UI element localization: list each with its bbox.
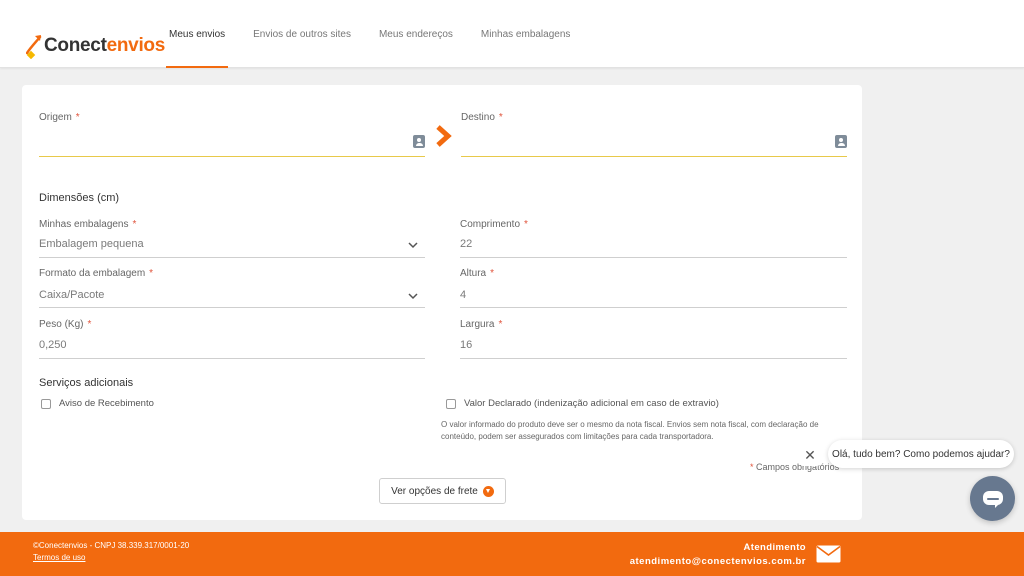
width-label-text: Largura — [460, 319, 495, 330]
packages-underline — [39, 257, 425, 258]
chat-launcher-button[interactable] — [970, 476, 1015, 521]
destination-address-book-icon[interactable] — [835, 135, 847, 148]
format-select[interactable]: Caixa/Pacote — [39, 289, 104, 301]
download-circle-icon — [482, 485, 494, 497]
width-label: Largura * — [460, 319, 502, 330]
required-fields-note: * Campos obrigatórios — [750, 462, 839, 472]
support-title: Atendimento — [743, 542, 806, 553]
logo[interactable]: Conectenvios — [26, 30, 165, 62]
origin-label-text: Origem — [39, 112, 72, 123]
logo-text-part1: Conect — [44, 35, 107, 56]
destination-input[interactable] — [461, 156, 847, 157]
length-input[interactable]: 22 — [460, 238, 472, 250]
dimensions-title: Dimensões (cm) — [39, 192, 120, 204]
support-email[interactable]: atendimento@conectenvios.com.br — [630, 556, 806, 567]
services-title: Serviços adicionais — [39, 377, 134, 389]
weight-underline — [39, 358, 425, 359]
chat-close-button[interactable]: ✕ — [800, 444, 820, 466]
packages-label: Minhas embalagens * — [39, 219, 136, 230]
logo-text: Conectenvios — [44, 35, 165, 57]
receipt-checkbox[interactable] — [41, 398, 51, 409]
height-input[interactable]: 4 — [460, 289, 466, 301]
chevron-down-icon[interactable] — [407, 241, 419, 249]
mail-icon[interactable] — [816, 545, 841, 563]
main-nav: Meus envios Envios de outros sites Meus … — [166, 0, 595, 68]
origin-input[interactable] — [39, 156, 425, 157]
required-mark: * — [498, 319, 503, 330]
header: Conectenvios Meus envios Envios de outro… — [0, 0, 1024, 68]
destination-label: Destino * — [461, 112, 503, 123]
freight-options-label: Ver opções de frete — [391, 485, 478, 497]
nav-minhas-embalagens[interactable]: Minhas embalagens — [478, 0, 574, 68]
footer: ©Conectenvios - CNPJ 38.339.317/0001-20 … — [0, 532, 1024, 576]
required-mark: * — [149, 268, 154, 279]
length-underline — [460, 257, 847, 258]
origin-label: Origem * — [39, 112, 80, 123]
receipt-option[interactable]: Aviso de Recebimento — [41, 398, 154, 409]
terms-link[interactable]: Termos de uso — [33, 553, 85, 562]
shipping-form-card — [22, 85, 862, 520]
required-mark: * — [750, 462, 754, 472]
format-label: Formato da embalagem * — [39, 268, 153, 279]
freight-options-button[interactable]: Ver opções de frete — [379, 478, 506, 504]
weight-label: Peso (Kg) * — [39, 319, 91, 330]
required-mark: * — [524, 219, 528, 230]
required-mark: * — [490, 268, 495, 279]
format-underline — [39, 307, 425, 308]
receipt-label: Aviso de Recebimento — [59, 398, 154, 409]
required-mark: * — [498, 112, 503, 123]
logo-text-part2: envios — [106, 35, 166, 56]
chat-greeting-bubble[interactable]: Olá, tudo bem? Como podemos ajudar? — [828, 440, 1014, 468]
declared-value-note: O valor informado do produto deve ser o … — [441, 420, 819, 441]
declared-value-label: Valor Declarado (indenização adicional e… — [464, 398, 719, 409]
required-mark: * — [75, 112, 80, 123]
height-underline — [460, 307, 847, 308]
nav-meus-envios[interactable]: Meus envios — [166, 0, 229, 68]
weight-input[interactable]: 0,250 — [39, 339, 67, 351]
required-mark: * — [132, 219, 137, 230]
chat-bubble-icon-line — [987, 498, 999, 500]
width-input[interactable]: 16 — [460, 339, 472, 351]
format-label-text: Formato da embalagem — [39, 268, 146, 279]
declared-value-option[interactable]: Valor Declarado (indenização adicional e… — [446, 398, 719, 409]
chevron-right-icon — [436, 125, 452, 147]
packages-label-text: Minhas embalagens — [39, 219, 129, 230]
length-label: Comprimento * — [460, 219, 528, 230]
packages-select[interactable]: Embalagem pequena — [39, 238, 144, 250]
nav-meus-enderecos[interactable]: Meus endereços — [376, 0, 456, 68]
height-label: Altura * — [460, 268, 494, 279]
destination-label-text: Destino — [461, 112, 495, 123]
declared-value-checkbox[interactable] — [446, 398, 456, 409]
footer-copyright: ©Conectenvios - CNPJ 38.339.317/0001-20 — [33, 541, 190, 550]
chevron-down-icon[interactable] — [407, 292, 419, 300]
required-fields-text: Campos obrigatórios — [756, 462, 840, 472]
origin-address-book-icon[interactable] — [413, 135, 425, 148]
weight-label-text: Peso (Kg) — [39, 319, 84, 330]
length-label-text: Comprimento — [460, 219, 521, 230]
nav-envios-outros-sites[interactable]: Envios de outros sites — [250, 0, 354, 68]
height-label-text: Altura — [460, 268, 487, 279]
logo-mark-icon — [26, 35, 42, 59]
required-mark: * — [87, 319, 92, 330]
width-underline — [460, 358, 847, 359]
